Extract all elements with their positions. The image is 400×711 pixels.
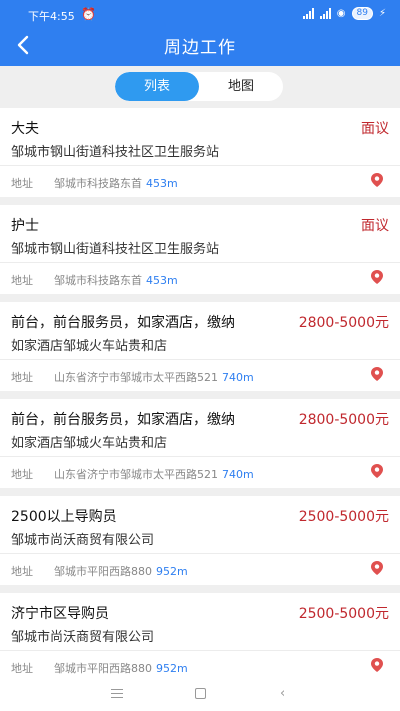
divider (0, 553, 400, 554)
home-icon[interactable] (195, 688, 206, 699)
job-card[interactable]: 2500以上导购员 2500-5000元邹城市尚沃商贸有限公司 地址 邹城市平阳西路8… (0, 496, 400, 585)
distance: 453m (146, 177, 178, 190)
page-title: 周边工作 (164, 38, 236, 58)
charging-icon: ⚡ (378, 8, 386, 19)
system-nav-bar: ‹ (0, 678, 400, 711)
address-text: 邹城市平阳西路880 952m (54, 660, 188, 676)
address-text: 邹城市科技路东首 453m (54, 175, 178, 191)
company-name: 如家酒店邹城火车站贵和店 (11, 339, 168, 354)
address-value: 邹城市平阳西路880 (54, 565, 152, 578)
job-salary: 2800-5000元 (298, 315, 389, 331)
job-card[interactable]: 大夫 面议邹城市钢山街道科技社区卫生服务站 地址 邹城市科技路东首 453m (0, 108, 400, 197)
address-text: 邹城市科技路东首 453m (54, 272, 178, 288)
location-pin-icon[interactable] (370, 657, 384, 673)
location-pin-icon[interactable] (370, 366, 384, 382)
address-value: 邹城市科技路东首 (54, 274, 142, 287)
address-value: 山东省济宁市邹城市太平西路521 (54, 468, 218, 481)
company-name: 邹城市钢山街道科技社区卫生服务站 (11, 242, 220, 257)
signal-icon-2 (319, 8, 331, 19)
status-time: 下午4:55 (28, 10, 75, 23)
job-list: 大夫 面议 邹城市钢山街道科技社区卫生服务站 地址 邹城市科技路东首 453m 护士 面议 邹城… (0, 108, 400, 678)
signal-icon (302, 8, 314, 19)
address-value: 邹城市平阳西路880 (54, 662, 152, 675)
job-card[interactable]: 护士 面议邹城市钢山街道科技社区卫生服务站 地址 邹城市科技路东首 453m (0, 205, 400, 294)
status-right: ◉ 89 ⚡ (302, 7, 386, 20)
company-name: 如家酒店邹城火车站贵和店 (11, 436, 168, 451)
address-label: 地址 (11, 565, 33, 578)
top-bar: 下午4:55 ⏰ ◉ 89 ⚡ 周边工作 (0, 0, 400, 66)
tab-map[interactable]: 地图 (199, 72, 283, 101)
job-salary: 面议 (361, 121, 389, 137)
status-bar: 下午4:55 ⏰ ◉ 89 ⚡ (0, 0, 400, 30)
nav-back-icon[interactable]: ‹ (280, 686, 285, 701)
distance: 952m (156, 565, 188, 578)
job-card[interactable]: 前台，前台服务员，如家酒店，缴纳 2800-5000元如家酒店邹城火车站贵和店 地址… (0, 302, 400, 391)
distance: 453m (146, 274, 178, 287)
alarm-clock-icon: ⏰ (81, 7, 96, 21)
view-switch-bar: 列表 地图 (0, 66, 400, 108)
job-title: 护士 (11, 218, 39, 234)
divider (0, 165, 400, 166)
job-salary: 2800-5000元 (298, 412, 389, 428)
divider (0, 359, 400, 360)
divider (0, 650, 400, 651)
location-pin-icon[interactable] (370, 172, 384, 188)
location-pin-icon[interactable] (370, 269, 384, 285)
distance: 740m (222, 468, 254, 481)
job-card[interactable]: 前台，前台服务员，如家酒店，缴纳 2800-5000元如家酒店邹城火车站贵和店 地址… (0, 399, 400, 488)
wifi-icon: ◉ (336, 8, 346, 19)
address-value: 邹城市科技路东首 (54, 177, 142, 190)
job-title: 前台，前台服务员，如家酒店，缴纳 (11, 412, 235, 428)
address-text: 山东省济宁市邹城市太平西路521 740m (54, 466, 254, 482)
battery-icon: 89 (351, 7, 373, 20)
job-title: 济宁市区导购员 (11, 606, 109, 622)
address-label: 地址 (11, 274, 33, 287)
location-pin-icon[interactable] (370, 560, 384, 576)
job-title: 2500以上导购员 (11, 509, 117, 525)
address-text: 邹城市平阳西路880 952m (54, 563, 188, 579)
divider (0, 262, 400, 263)
company-name: 邹城市钢山街道科技社区卫生服务站 (11, 145, 220, 160)
job-salary: 面议 (361, 218, 389, 234)
address-label: 地址 (11, 662, 33, 675)
address-label: 地址 (11, 468, 33, 481)
job-title: 前台，前台服务员，如家酒店，缴纳 (11, 315, 235, 331)
address-label: 地址 (11, 371, 33, 384)
location-pin-icon[interactable] (370, 463, 384, 479)
address-label: 地址 (11, 177, 33, 190)
company-name: 邹城市尚沃商贸有限公司 (11, 630, 155, 645)
address-text: 山东省济宁市邹城市太平西路521 740m (54, 369, 254, 385)
distance: 740m (222, 371, 254, 384)
distance: 952m (156, 662, 188, 675)
menu-icon[interactable] (111, 689, 123, 698)
job-card[interactable]: 济宁市区导购员 2500-5000元邹城市尚沃商贸有限公司 地址 邹城市平阳西路880… (0, 593, 400, 678)
job-salary: 2500-5000元 (298, 606, 389, 622)
job-salary: 2500-5000元 (298, 509, 389, 525)
divider (0, 456, 400, 457)
job-title: 大夫 (11, 121, 39, 137)
address-value: 山东省济宁市邹城市太平西路521 (54, 371, 218, 384)
tab-list[interactable]: 列表 (115, 72, 199, 101)
company-name: 邹城市尚沃商贸有限公司 (11, 533, 155, 548)
view-segmented-control: 列表 地图 (115, 72, 283, 101)
